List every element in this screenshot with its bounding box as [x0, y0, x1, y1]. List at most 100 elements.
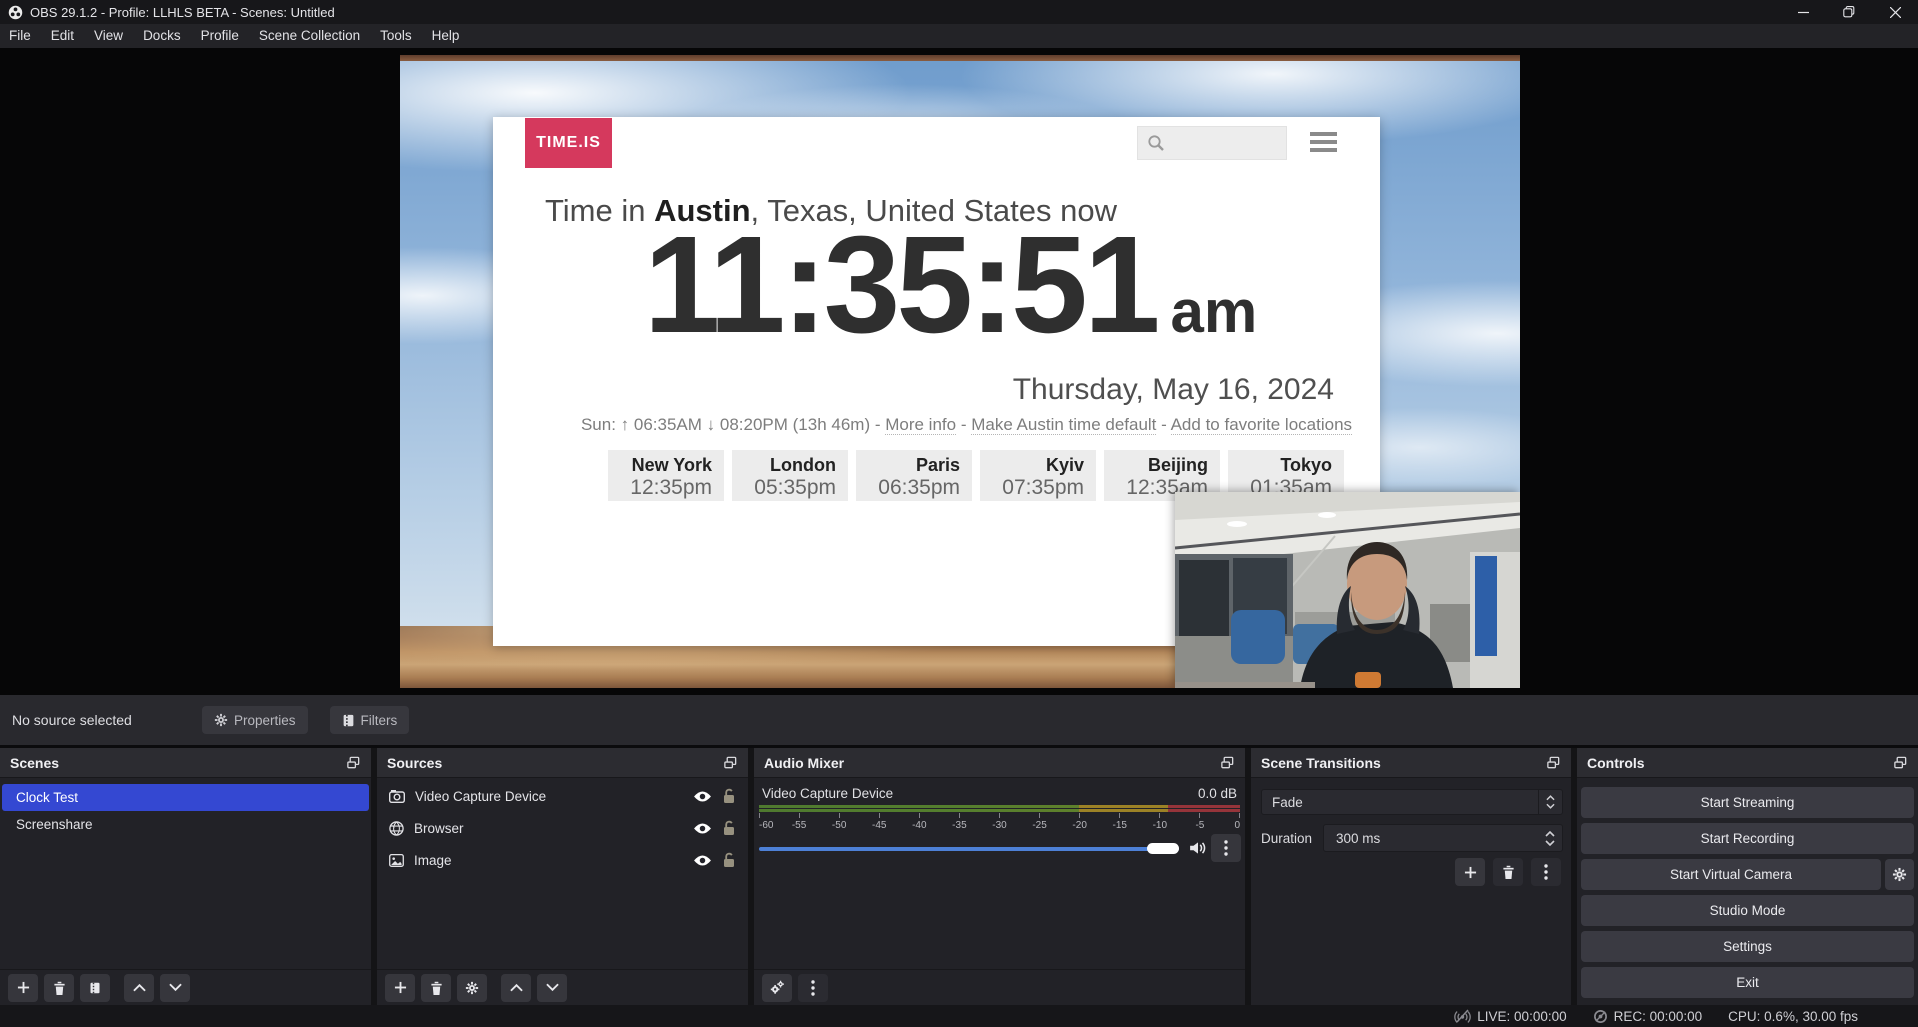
mixer-menu-button[interactable] [798, 974, 828, 1002]
scene-filters-button[interactable] [80, 974, 110, 1002]
hamburger-menu-icon[interactable] [1310, 132, 1337, 152]
lock-icon[interactable] [722, 788, 736, 804]
transition-select[interactable]: Fade [1261, 789, 1563, 815]
lock-icon[interactable] [722, 820, 736, 836]
volume-slider[interactable] [759, 847, 1179, 851]
popout-icon[interactable] [723, 755, 738, 770]
visibility-eye-icon[interactable] [693, 790, 712, 803]
studio-mode-button[interactable]: Studio Mode [1581, 895, 1914, 926]
clock-meridiem: am [1171, 277, 1258, 346]
virtual-camera-settings-button[interactable] [1885, 859, 1914, 890]
mixer-options-button[interactable] [1211, 834, 1241, 862]
properties-button[interactable]: Properties [202, 706, 308, 734]
menu-file[interactable]: File [0, 24, 41, 48]
popout-icon[interactable] [1893, 755, 1908, 770]
scene-item-clock-test[interactable]: Clock Test [2, 784, 369, 811]
rec-time: REC: 00:00:00 [1614, 1009, 1703, 1024]
audio-mixer-title: Audio Mixer [764, 755, 844, 771]
source-toolbar: No source selected Properties Filters [0, 695, 1918, 745]
mixer-level-db: 0.0 dB [1198, 786, 1237, 801]
filters-icon [342, 713, 355, 728]
restore-button[interactable] [1826, 0, 1872, 24]
start-recording-button[interactable]: Start Recording [1581, 823, 1914, 854]
clock-row: 11:35:51 am [493, 213, 1380, 358]
menu-tools[interactable]: Tools [370, 24, 422, 48]
popout-icon[interactable] [1220, 755, 1235, 770]
timeis-search-box[interactable] [1137, 126, 1287, 160]
camera-icon [389, 790, 405, 803]
city-time-box[interactable]: New York 12:35pm [608, 450, 724, 501]
source-item-browser[interactable]: Browser [377, 812, 748, 844]
duration-spin-arrows[interactable] [1538, 831, 1562, 846]
search-icon [1147, 134, 1165, 152]
add-source-button[interactable] [385, 974, 415, 1002]
city-time-box[interactable]: Kyiv 07:35pm [980, 450, 1096, 501]
meter-scale: -60 -55 -50 -45 -40 -35 -30 -25 -20 -15 … [759, 820, 1240, 832]
controls-header: Controls [1577, 748, 1918, 778]
start-virtual-camera-button[interactable]: Start Virtual Camera [1581, 859, 1881, 890]
minimize-button[interactable] [1780, 0, 1826, 24]
menu-view[interactable]: View [84, 24, 133, 48]
menu-bar: File Edit View Docks Profile Scene Colle… [0, 24, 1918, 48]
stream-inactive-icon [1454, 1008, 1471, 1024]
add-favorite-link[interactable]: Add to favorite locations [1171, 415, 1352, 435]
controls-panel: Controls Start Streaming Start Recording… [1577, 748, 1918, 1005]
volume-slider-handle[interactable] [1147, 843, 1179, 854]
dock-area: Scenes Clock Test Screenshare [0, 748, 1918, 1005]
popout-icon[interactable] [1546, 755, 1561, 770]
remove-scene-button[interactable] [44, 974, 74, 1002]
audio-mixer-panel: Audio Mixer Video Capture Device 0.0 dB … [754, 748, 1245, 1005]
transition-options-button[interactable] [1531, 858, 1561, 886]
sources-toolbar [377, 969, 748, 1005]
lock-icon[interactable] [722, 852, 736, 868]
settings-button[interactable]: Settings [1581, 931, 1914, 962]
cpu-fps-stats: CPU: 0.6%, 30.00 fps [1728, 1009, 1858, 1024]
globe-icon [389, 821, 404, 836]
remove-transition-button[interactable] [1493, 858, 1523, 886]
scene-item-screenshare[interactable]: Screenshare [2, 811, 369, 838]
scene-transitions-header: Scene Transitions [1251, 748, 1571, 778]
obs-logo-icon [8, 5, 23, 20]
popout-icon[interactable] [346, 755, 361, 770]
add-scene-button[interactable] [8, 974, 38, 1002]
menu-scene-collection[interactable]: Scene Collection [249, 24, 370, 48]
scene-move-down-button[interactable] [160, 974, 190, 1002]
record-inactive-icon [1593, 1009, 1608, 1024]
close-button[interactable] [1872, 0, 1918, 24]
exit-button[interactable]: Exit [1581, 967, 1914, 998]
more-info-link[interactable]: More info [885, 415, 956, 435]
source-item-video-capture[interactable]: Video Capture Device [377, 780, 748, 812]
search-input[interactable] [1171, 135, 1281, 151]
speaker-icon[interactable] [1189, 840, 1207, 856]
source-move-down-button[interactable] [537, 974, 567, 1002]
program-preview[interactable]: TIME.IS Time in Austin, Texas, United St… [400, 55, 1520, 688]
advanced-audio-button[interactable] [762, 974, 792, 1002]
source-item-image[interactable]: Image [377, 844, 748, 876]
visibility-eye-icon[interactable] [693, 822, 712, 835]
city-time-box[interactable]: London 05:35pm [732, 450, 848, 501]
gear-icon [214, 713, 228, 727]
scene-move-up-button[interactable] [124, 974, 154, 1002]
menu-docks[interactable]: Docks [133, 24, 191, 48]
visibility-eye-icon[interactable] [693, 854, 712, 867]
make-default-link[interactable]: Make Austin time default [971, 415, 1156, 435]
transition-select-arrows[interactable] [1538, 790, 1562, 814]
webcam-overlay[interactable] [1175, 492, 1520, 688]
source-move-up-button[interactable] [501, 974, 531, 1002]
controls-title: Controls [1587, 755, 1645, 771]
source-properties-button[interactable] [457, 974, 487, 1002]
add-transition-button[interactable] [1455, 858, 1485, 886]
gear-icon [465, 981, 479, 995]
duration-spinbox[interactable]: 300 ms [1323, 824, 1563, 852]
remove-source-button[interactable] [421, 974, 451, 1002]
menu-help[interactable]: Help [422, 24, 470, 48]
menu-profile[interactable]: Profile [191, 24, 249, 48]
menu-edit[interactable]: Edit [41, 24, 84, 48]
scene-list: Clock Test Screenshare [0, 784, 371, 838]
filters-button[interactable]: Filters [330, 706, 410, 734]
city-time-box[interactable]: Paris 06:35pm [856, 450, 972, 501]
scene-transitions-title: Scene Transitions [1261, 755, 1381, 771]
audio-mixer-header: Audio Mixer [754, 748, 1245, 778]
start-streaming-button[interactable]: Start Streaming [1581, 787, 1914, 818]
double-gear-icon [769, 980, 785, 995]
